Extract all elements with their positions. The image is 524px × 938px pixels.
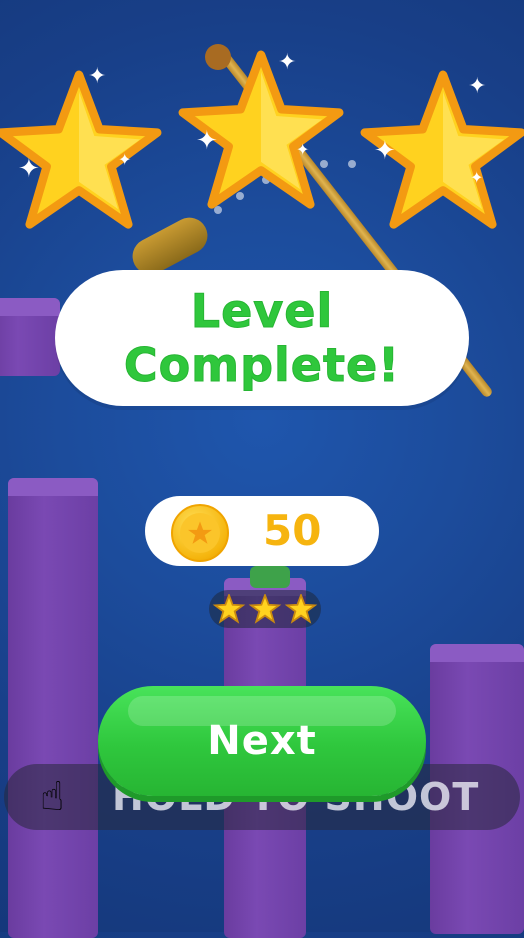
hand-pointer-icon: ☝: [40, 774, 65, 820]
sparkle-icon: ✦: [88, 64, 107, 89]
sparkle-icon: ✦: [374, 136, 396, 166]
pillar-left: [8, 478, 98, 938]
sparkle-icon: ✦: [196, 126, 218, 156]
sparkle-icon: ✦: [296, 140, 310, 159]
coin-reward: 50: [145, 496, 379, 566]
next-button-label: Next: [207, 718, 317, 764]
pillar-left-top: [0, 298, 60, 376]
level-complete-banner: Level Complete!: [55, 270, 469, 406]
star-icon: [0, 70, 162, 229]
sparkle-icon: ✦: [468, 74, 487, 99]
coin-icon: [171, 504, 229, 562]
sparkle-icon: ✦: [18, 154, 40, 184]
star-icon: [248, 594, 282, 624]
star-icon: [284, 594, 318, 624]
mini-star-rating: [209, 590, 321, 628]
sparkle-icon: ✦: [118, 150, 132, 169]
title-line-2: Complete!: [123, 338, 401, 393]
star-icon: [212, 594, 246, 624]
sparkle-icon: ✦: [470, 168, 484, 187]
sparkle-icon: ✦: [278, 50, 297, 75]
rating-stars: ✦ ✦ ✦ ✦ ✦ ✦ ✦ ✦ ✦: [0, 50, 524, 260]
title-line-1: Level: [190, 284, 334, 339]
coin-value: 50: [263, 506, 322, 555]
target-cup: [250, 566, 290, 588]
next-button[interactable]: Next: [98, 686, 426, 796]
